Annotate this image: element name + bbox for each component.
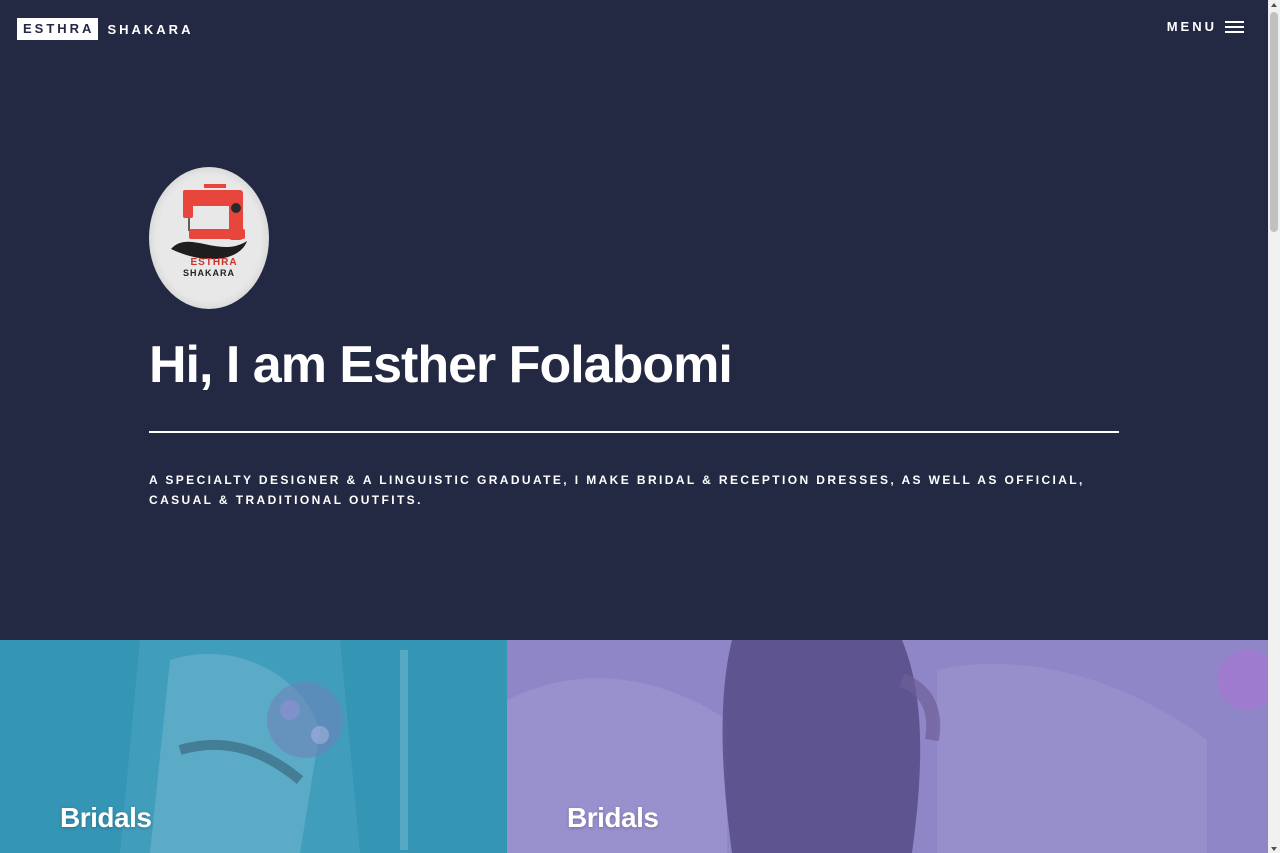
site-logo-link[interactable]: ESTHRA SHAKARA [17,18,193,40]
sewing-machine-icon [171,184,247,260]
site-header: ESTHRA SHAKARA MENU [0,0,1268,58]
avatar-text-bottom: SHAKARA [183,268,235,278]
hero-subtitle: A specialty designer & a linguistic grad… [149,473,1085,507]
scroll-up-arrow-icon[interactable] [1271,3,1277,7]
divider [149,431,1119,433]
scroll-down-arrow-icon[interactable] [1271,847,1277,851]
tile-bridals-1[interactable]: Bridals [0,640,507,853]
page-title: Hi, I am Esther Folabomi [149,336,733,394]
hamburger-icon [1225,20,1244,33]
avatar: ESTHRA SHAKARA [149,167,269,309]
tile-title: Bridals [567,802,659,833]
logo-rest-text: SHAKARA [107,21,194,37]
scrollbar[interactable] [1268,0,1280,853]
tile-title: Bridals [60,802,152,833]
scrollbar-thumb[interactable] [1270,12,1278,232]
tile-bridals-2[interactable]: Bridals [507,640,1268,853]
menu-toggle[interactable]: MENU [1167,19,1244,34]
avatar-text-top: ESTHRA [190,257,238,268]
menu-label: MENU [1166,19,1217,34]
logo-box-text: ESTHRA [17,18,99,40]
